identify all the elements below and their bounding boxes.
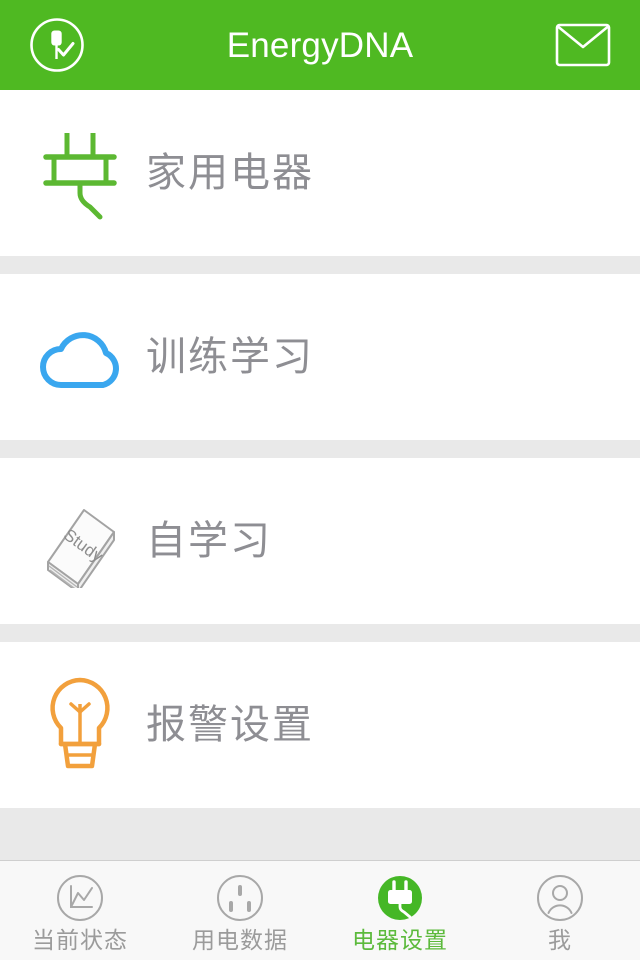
chart-circle-glyph — [57, 875, 103, 921]
list-item-self-learning[interactable]: Study 自学习 — [0, 458, 640, 624]
lightbulb-glyph — [50, 677, 110, 769]
list-divider — [0, 624, 640, 642]
plug-check-circle-icon[interactable] — [26, 14, 88, 76]
list-item-label: 家用电器 — [146, 151, 314, 195]
study-book-glyph: Study — [47, 509, 115, 588]
list-divider — [0, 256, 640, 274]
socket-circle-icon — [215, 873, 265, 923]
list-divider — [0, 440, 640, 458]
list-item-label: 自学习 — [146, 519, 272, 563]
tab-label: 用电数据 — [192, 927, 288, 953]
tab-label: 我 — [548, 927, 572, 953]
socket-circle-glyph — [217, 875, 263, 921]
plug-icon — [14, 121, 146, 225]
page-title: EnergyDNA — [226, 25, 414, 65]
tab-label: 电器设置 — [352, 927, 448, 953]
tab-profile[interactable]: 我 — [480, 861, 640, 960]
plug-filled-circle-icon — [375, 873, 425, 923]
list-item-label: 训练学习 — [146, 335, 314, 379]
tab-current-status[interactable]: 当前状态 — [0, 861, 160, 960]
plug-check-circle-glyph — [30, 18, 84, 72]
plug-glyph — [43, 133, 117, 220]
cloud-glyph — [40, 332, 119, 388]
app-header: EnergyDNA — [0, 0, 640, 90]
app-root: EnergyDNA 家用电器 训练学习 Study 自学习 报警设置 当前状态 … — [0, 0, 640, 960]
envelope-icon[interactable] — [552, 14, 614, 76]
study-book-icon: Study — [14, 494, 146, 588]
bottom-tab-bar: 当前状态 用电数据 电器设置 我 — [0, 860, 640, 960]
tab-power-data[interactable]: 用电数据 — [160, 861, 320, 960]
plug-filled-circle-glyph — [378, 876, 422, 920]
lightbulb-icon — [14, 672, 146, 778]
list-item-alarm-settings[interactable]: 报警设置 — [0, 642, 640, 808]
list-item-label: 报警设置 — [146, 703, 314, 747]
tab-appliance-settings[interactable]: 电器设置 — [320, 861, 480, 960]
list-item-home-appliances[interactable]: 家用电器 — [0, 90, 640, 256]
person-circle-icon — [535, 873, 585, 923]
cloud-icon — [14, 319, 146, 395]
tab-label: 当前状态 — [32, 927, 128, 953]
settings-list: 家用电器 训练学习 Study 自学习 报警设置 — [0, 90, 640, 860]
list-bottom-filler — [0, 808, 640, 860]
envelope-glyph — [555, 23, 611, 67]
list-item-training-learning[interactable]: 训练学习 — [0, 274, 640, 440]
chart-circle-icon — [55, 873, 105, 923]
person-circle-glyph — [537, 875, 583, 921]
